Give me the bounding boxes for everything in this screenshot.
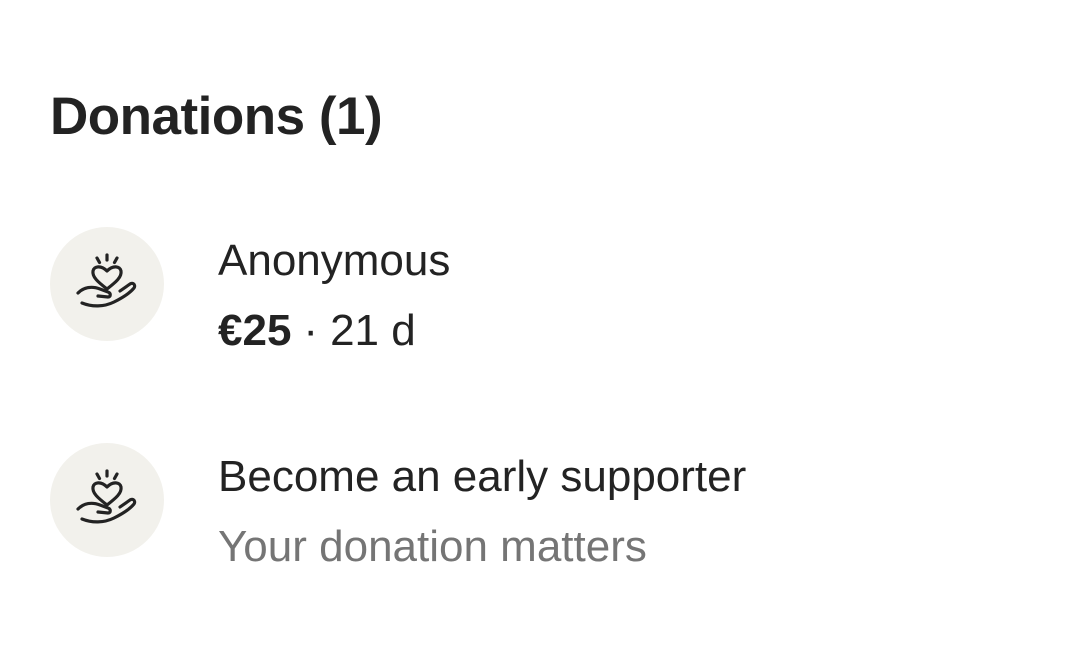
early-supporter-cta[interactable]: Become an early supporter Your donation … <box>50 438 1030 571</box>
cta-subtitle: Your donation matters <box>218 522 647 571</box>
meta-separator: · <box>303 306 319 355</box>
section-title: Donations (1) <box>50 87 383 146</box>
donor-name: Anonymous <box>218 236 451 285</box>
donation-item[interactable]: Anonymous €25 · 21 d <box>50 222 1030 355</box>
donation-amount: €25 <box>218 306 292 355</box>
donation-heart-hand-icon <box>76 253 137 308</box>
donation-meta: €25 · 21 d <box>218 300 450 362</box>
cta-title: Become an early supporter <box>218 452 747 501</box>
donation-time: 21 d <box>330 306 416 355</box>
donation-heart-hand-icon <box>76 469 137 524</box>
cta-avatar <box>50 443 164 557</box>
donation-avatar <box>50 227 164 341</box>
